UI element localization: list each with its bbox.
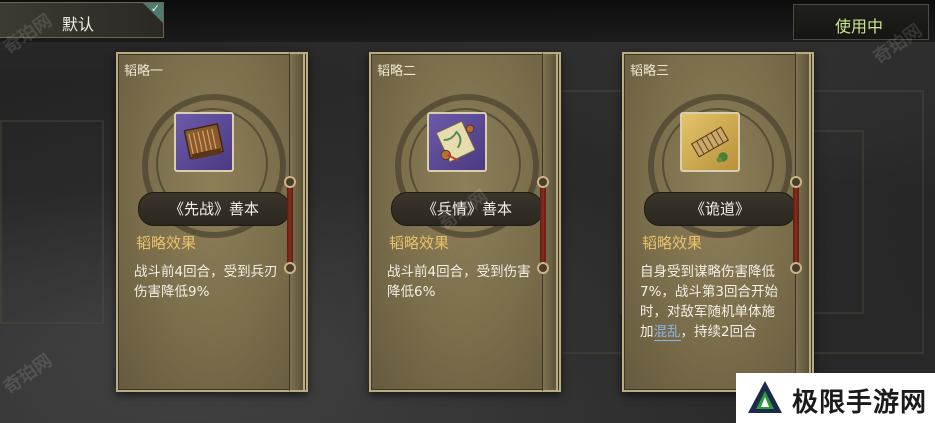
watermark: 奇珀网 — [0, 350, 57, 399]
strategy-card-1[interactable]: 韬略一 《先战》善本 韬略效果 战斗前4回合，受到兵刃伤害降低9% — [116, 52, 308, 392]
confusion-status-link[interactable]: 混乱 — [653, 324, 681, 341]
background-window-lattice — [0, 120, 104, 324]
red-rod-ornament — [540, 180, 546, 268]
in-use-label: 使用中 — [835, 17, 884, 36]
red-rod-ornament — [793, 180, 799, 268]
effect-title: 韬略效果 — [136, 234, 197, 252]
card-tag: 韬略一 — [124, 64, 164, 79]
brand-badge: 极限手游网 — [736, 373, 935, 423]
selected-check-icon: ✓ — [143, 2, 163, 23]
card-name: 《先战》善本 — [138, 192, 290, 226]
effect-description: 自身受到谋略伤害降低7%，战斗第3回合开始时，对敌军随机单体施加混乱，持续2回合 — [640, 262, 780, 342]
tab-default-label: 默认 — [62, 15, 95, 34]
scroll-icon — [427, 112, 487, 172]
rod-cap-ornament — [284, 262, 296, 274]
rod-cap-ornament — [537, 176, 549, 188]
effect-title: 韬略效果 — [389, 234, 450, 252]
red-rod-ornament — [287, 180, 293, 268]
brand-name: 极限手游网 — [792, 388, 928, 418]
bamboo-book-icon — [174, 112, 234, 172]
effect-description: 战斗前4回合，受到伤害降低6% — [387, 264, 531, 300]
brand-logo-icon — [748, 381, 782, 413]
bamboo-slips-icon — [680, 112, 740, 172]
rod-cap-ornament — [537, 262, 549, 274]
effect-text-post: ，持续2回合 — [680, 324, 757, 340]
strategy-card-3[interactable]: 韬略三 《诡道》 韬略效果 自身受到谋略伤害降低7%，战斗第3回合开始时，对敌军… — [622, 52, 814, 392]
card-tag: 韬略三 — [630, 64, 670, 79]
card-tag: 韬略二 — [377, 64, 417, 79]
card-name: 《诡道》 — [644, 192, 796, 226]
effect-description: 战斗前4回合，受到兵刃伤害降低9% — [134, 264, 278, 300]
rod-cap-ornament — [790, 262, 802, 274]
effect-title: 韬略效果 — [642, 234, 703, 252]
rod-cap-ornament — [790, 176, 802, 188]
rod-cap-ornament — [284, 176, 296, 188]
